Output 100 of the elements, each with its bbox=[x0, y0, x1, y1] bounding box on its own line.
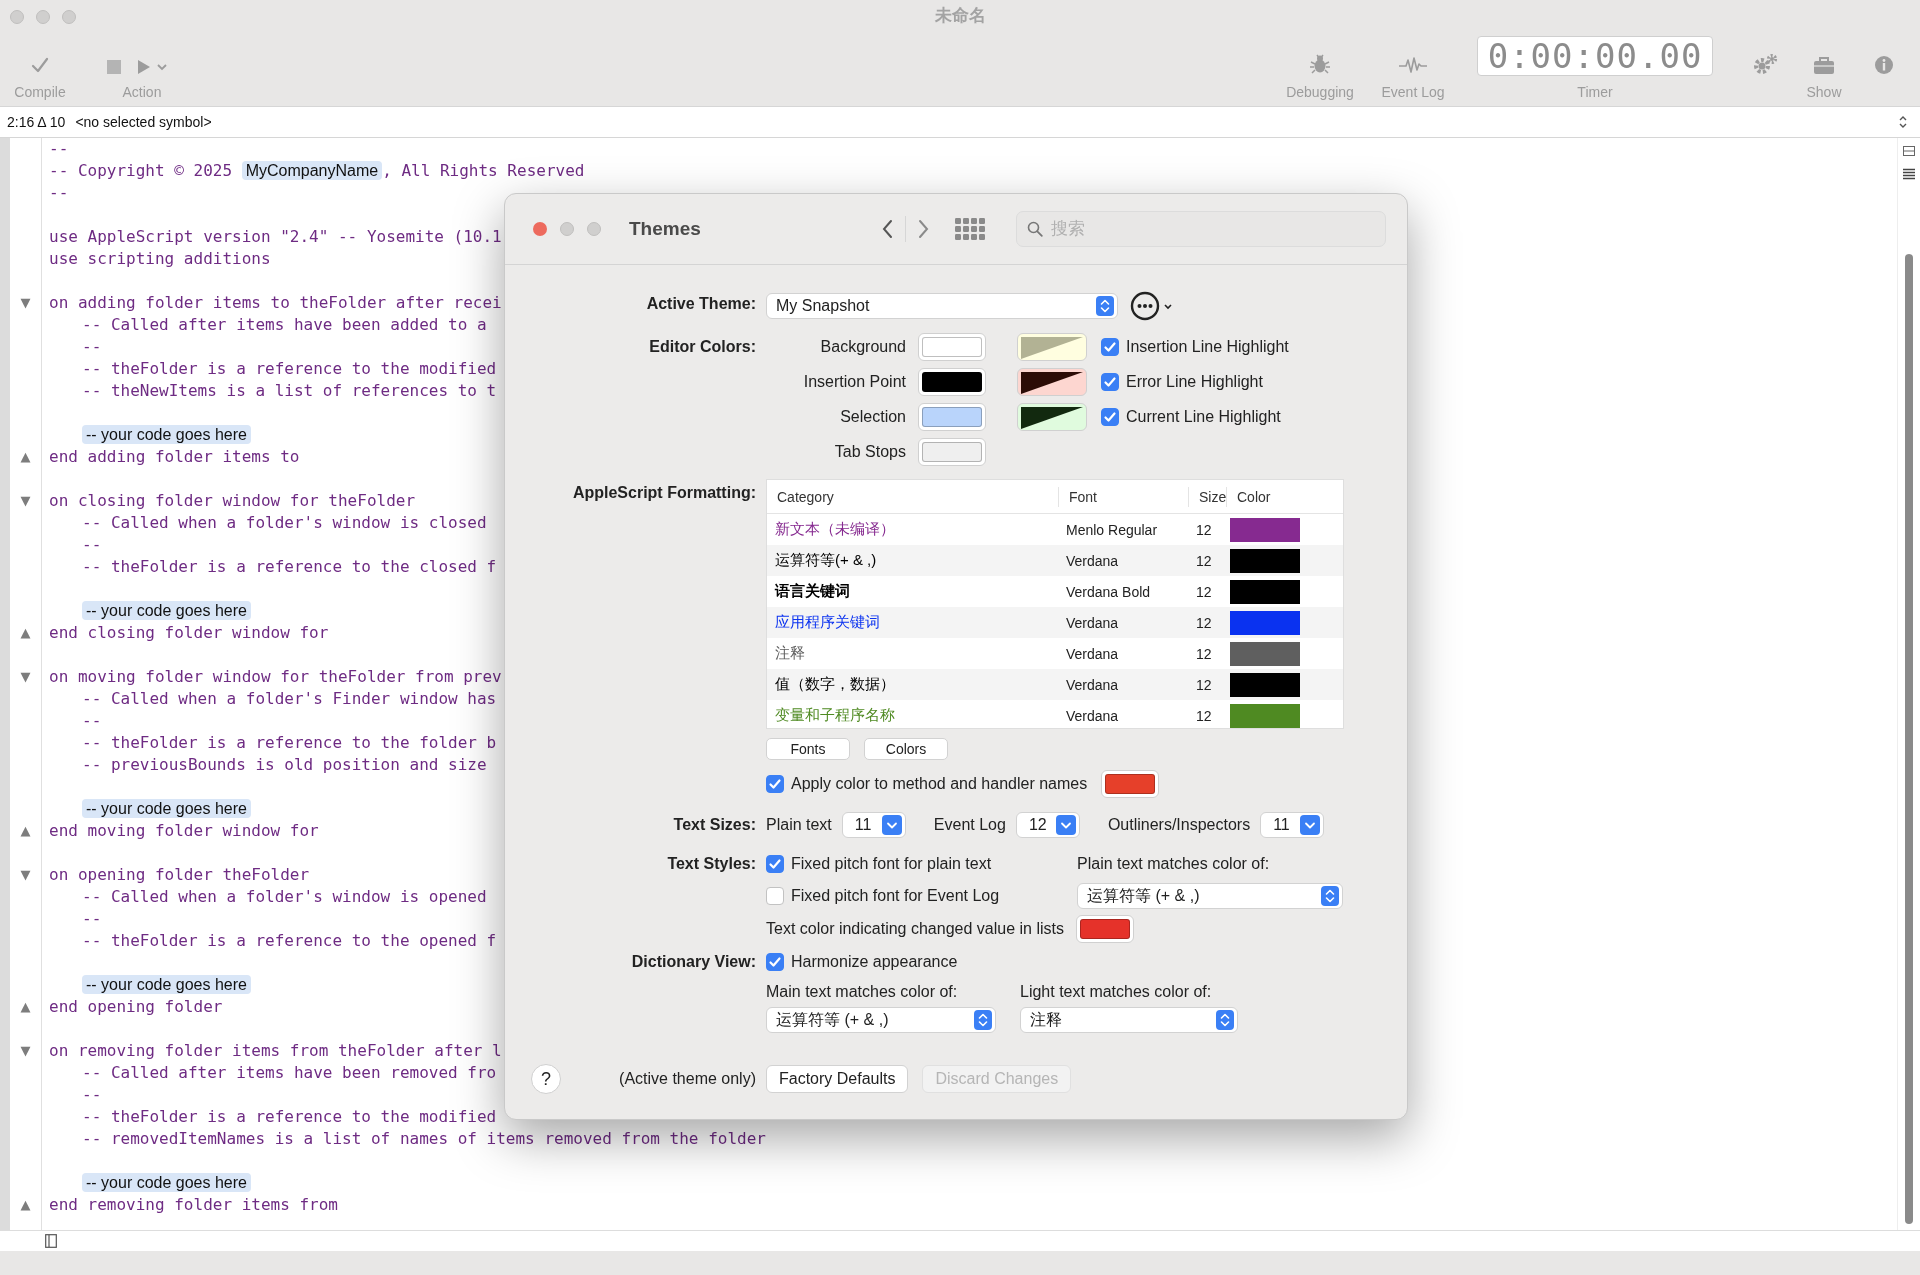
fold-marker[interactable]: ▲ bbox=[20, 1000, 31, 1014]
push-button[interactable]: Factory Defaults bbox=[766, 1065, 909, 1093]
code-line: on moving folder window for theFolder from prev bbox=[49, 667, 502, 686]
back-icon[interactable] bbox=[880, 219, 895, 239]
search-field[interactable]: 搜索 bbox=[1015, 211, 1386, 247]
size-dropdown[interactable]: 11 bbox=[841, 812, 906, 838]
updown-chevron-icon[interactable] bbox=[1898, 115, 1908, 129]
category-name[interactable]: 语言关键词 bbox=[767, 582, 1058, 601]
popup-menu[interactable]: 注释 bbox=[1020, 1007, 1238, 1033]
code-line: -- bbox=[81, 909, 102, 928]
bug-icon[interactable] bbox=[1308, 52, 1332, 76]
fold-marker[interactable]: ▼ bbox=[20, 1044, 31, 1058]
popup-label: Main text matches color of: bbox=[766, 983, 959, 1001]
close-icon[interactable] bbox=[533, 222, 547, 236]
popup-menu[interactable]: 运算符等 (+ & ,) bbox=[766, 1007, 996, 1033]
code-line: -- theFolder is a reference to the modified bbox=[81, 359, 497, 378]
grid-icon[interactable] bbox=[953, 217, 986, 241]
note-text: (Active theme only) bbox=[619, 1069, 756, 1089]
code-line: -- bbox=[49, 139, 69, 158]
column-header[interactable]: Category bbox=[767, 486, 1058, 507]
fold-marker[interactable]: ▲ bbox=[20, 626, 31, 640]
field-label: Editor Colors: bbox=[648, 337, 757, 357]
code-line: end opening folder bbox=[49, 997, 223, 1016]
help-button[interactable]: ? bbox=[531, 1064, 561, 1094]
color-swatch[interactable] bbox=[1230, 672, 1300, 697]
checkbox[interactable] bbox=[766, 887, 784, 905]
column-header[interactable]: Size bbox=[1188, 486, 1226, 507]
fold-marker[interactable]: ▼ bbox=[20, 670, 31, 684]
code-line: -- Called when a folder's Finder window has bbox=[81, 689, 497, 708]
placeholder-token[interactable]: -- your code goes here bbox=[82, 425, 251, 444]
column-header[interactable]: Color bbox=[1226, 486, 1308, 507]
fold-marker[interactable]: ▲ bbox=[20, 824, 31, 838]
category-name[interactable]: 运算符等(+ & ,) bbox=[767, 551, 1058, 570]
fold-marker[interactable]: ▲ bbox=[20, 450, 31, 464]
code-line: end adding folder items to bbox=[49, 447, 300, 466]
timer-display: 0:00:00.00 bbox=[1476, 36, 1714, 76]
size-dropdown[interactable]: 11 bbox=[1260, 812, 1325, 838]
toolbar-label: Compile bbox=[14, 84, 66, 100]
checkbox[interactable] bbox=[766, 953, 784, 971]
font-name: Verdana bbox=[1065, 707, 1120, 724]
checkbox[interactable] bbox=[766, 775, 784, 793]
code-line: -- bbox=[81, 535, 102, 554]
panel-toggle-icon[interactable] bbox=[45, 1234, 57, 1248]
fold-marker[interactable]: ▼ bbox=[20, 494, 31, 508]
search-input[interactable]: 搜索 bbox=[1050, 214, 1385, 244]
font-size: 12 bbox=[1195, 521, 1213, 538]
code-line: on closing folder window for theFolder bbox=[49, 491, 416, 510]
code-line: on adding folder items to theFolder after recei bbox=[49, 293, 502, 312]
field-label: Dictionary View: bbox=[630, 952, 757, 972]
color-swatch[interactable] bbox=[1230, 641, 1300, 666]
window-title: 未命名 bbox=[934, 4, 986, 27]
popup-menu[interactable]: My Snapshot bbox=[766, 293, 1118, 319]
code-line: use AppleScript version "2.4" -- Yosemite (10.1 bbox=[49, 227, 502, 246]
color-swatch[interactable] bbox=[1230, 548, 1300, 573]
color-swatch[interactable] bbox=[1230, 703, 1300, 728]
info-icon[interactable] bbox=[1873, 54, 1895, 76]
symbol-popup[interactable]: <no selected symbol> bbox=[75, 114, 212, 130]
placeholder-token[interactable]: MyCompanyName bbox=[241, 161, 383, 180]
run-icon[interactable] bbox=[136, 58, 168, 76]
waveform-icon[interactable] bbox=[1398, 54, 1428, 76]
category-name[interactable]: 注释 bbox=[767, 644, 1058, 663]
color-swatch[interactable] bbox=[1230, 579, 1300, 604]
push-button[interactable]: Colors bbox=[864, 738, 948, 760]
category-name[interactable]: 值（数字，数据） bbox=[767, 675, 1058, 694]
fold-marker[interactable]: ▼ bbox=[20, 868, 31, 882]
checkbox-label: Current Line Highlight bbox=[1126, 408, 1281, 426]
toolbar-label: Event Log bbox=[1381, 84, 1445, 100]
code-line: -- Called after items have been added to a bbox=[81, 315, 487, 334]
split-view-icon[interactable] bbox=[1903, 146, 1915, 156]
toolbar-label: Timer bbox=[1577, 84, 1613, 100]
fold-marker[interactable]: ▼ bbox=[20, 296, 31, 310]
checkbox[interactable] bbox=[1101, 408, 1119, 426]
popup-menu[interactable]: 运算符等 (+ & ,) bbox=[1077, 883, 1343, 909]
briefcase-icon[interactable] bbox=[1812, 54, 1836, 76]
placeholder-token[interactable]: -- your code goes here bbox=[82, 799, 251, 818]
checkbox[interactable] bbox=[1101, 373, 1119, 391]
dropdown-chevron-icon bbox=[881, 815, 902, 835]
font-size: 12 bbox=[1195, 645, 1213, 662]
placeholder-token[interactable]: -- your code goes here bbox=[82, 1173, 251, 1192]
color-swatch[interactable] bbox=[1230, 610, 1300, 635]
category-name[interactable]: 应用程序关键词 bbox=[767, 613, 1058, 632]
category-name[interactable]: 新文本（未编译） bbox=[767, 520, 1058, 539]
cursor-position: 2:16 Δ 10 bbox=[7, 114, 66, 130]
color-swatch[interactable] bbox=[1230, 517, 1300, 542]
size-dropdown[interactable]: 12 bbox=[1015, 812, 1080, 838]
column-header[interactable]: Font bbox=[1058, 486, 1188, 507]
code-line: -- theNewItems is a list of references to t bbox=[81, 381, 497, 400]
gears-icon[interactable] bbox=[1752, 52, 1780, 76]
list-view-icon[interactable] bbox=[1903, 168, 1915, 180]
placeholder-token[interactable]: -- your code goes here bbox=[82, 975, 251, 994]
checkbox[interactable] bbox=[766, 855, 784, 873]
category-name[interactable]: 变量和子程序名称 bbox=[767, 706, 1058, 725]
placeholder-token[interactable]: -- your code goes here bbox=[82, 601, 251, 620]
scrollbar-thumb[interactable] bbox=[1905, 254, 1913, 1224]
checkbox[interactable] bbox=[1101, 338, 1119, 356]
fold-marker[interactable]: ▲ bbox=[20, 1198, 31, 1212]
field-label: Text Sizes: bbox=[672, 815, 757, 835]
push-button[interactable]: Fonts bbox=[766, 738, 850, 760]
code-line: end moving folder window for bbox=[49, 821, 319, 840]
updown-chevron-icon bbox=[1321, 886, 1339, 906]
